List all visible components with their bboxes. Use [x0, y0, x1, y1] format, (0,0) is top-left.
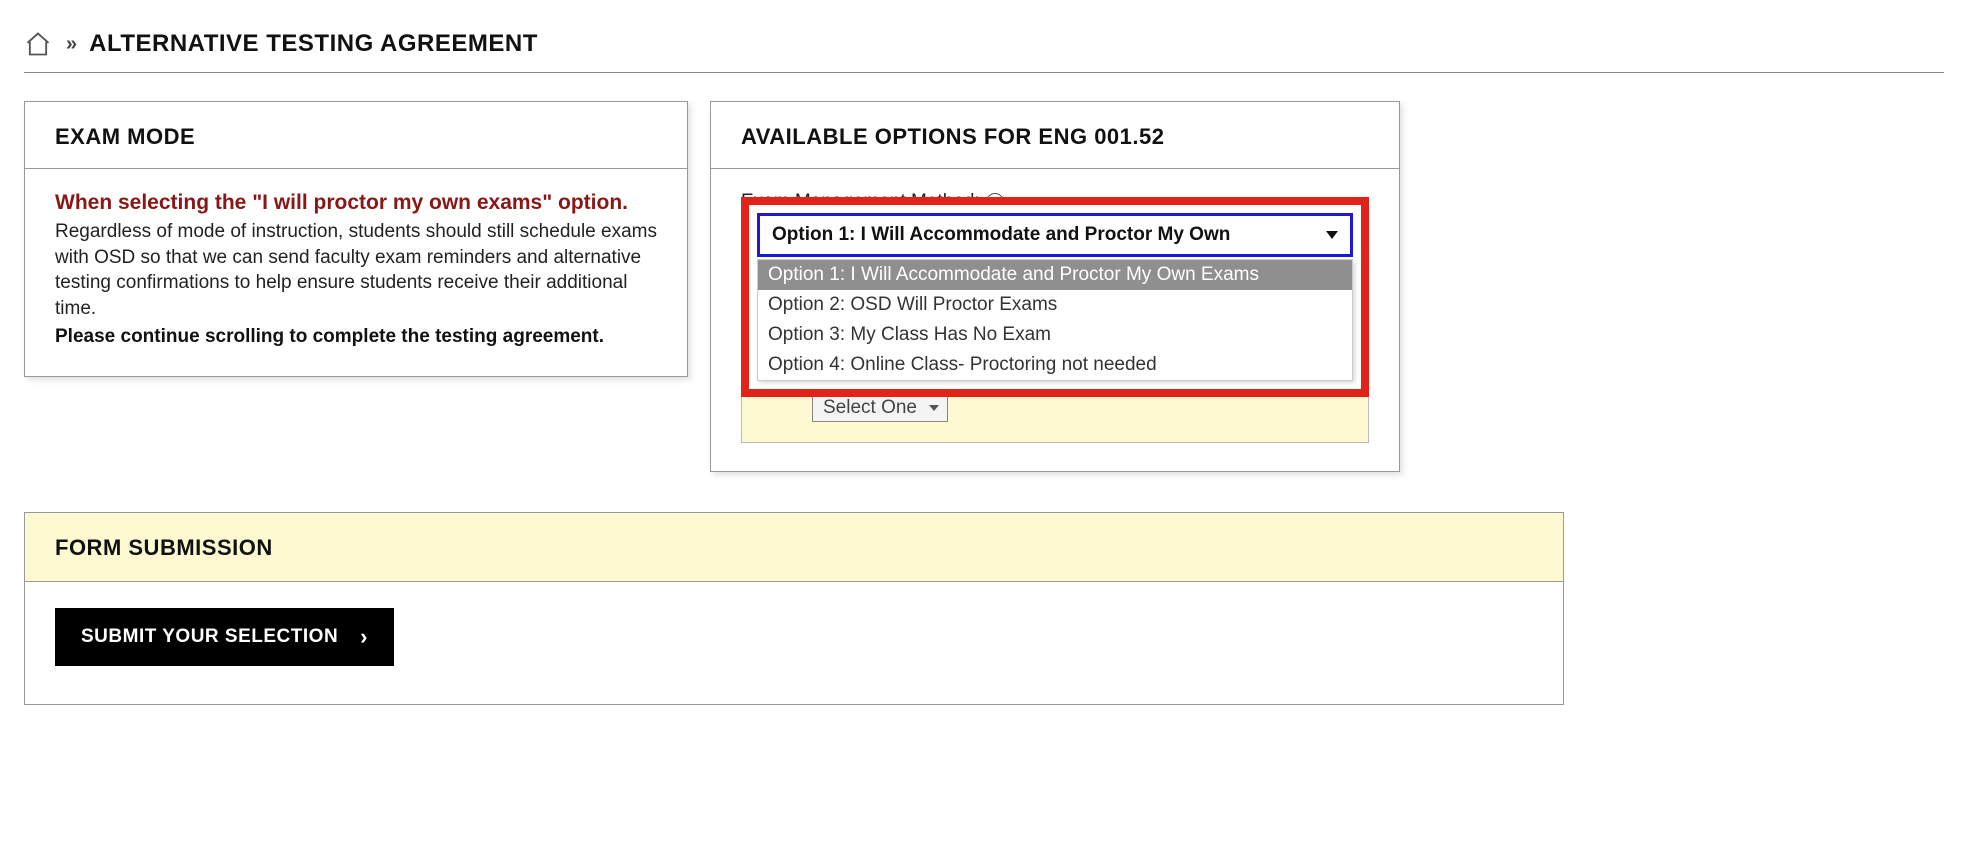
highlight-callout: Option 1: I Will Accommodate and Proctor… — [741, 197, 1369, 397]
exam-mode-header: EXAM MODE — [25, 102, 687, 169]
exam-management-option-2[interactable]: Option 2: OSD Will Proctor Exams — [758, 290, 1352, 320]
chevron-right-icon: › — [360, 624, 368, 650]
chevron-down-icon — [1326, 231, 1338, 239]
secondary-select[interactable]: Select One — [812, 394, 948, 422]
exam-management-option-4[interactable]: Option 4: Online Class- Proctoring not n… — [758, 350, 1352, 380]
page-title: ALTERNATIVE TESTING AGREEMENT — [89, 30, 538, 58]
submit-button-label: SUBMIT YOUR SELECTION — [81, 626, 338, 648]
exam-mode-paragraph: Regardless of mode of instruction, stude… — [55, 219, 657, 322]
exam-mode-subheading: When selecting the "I will proctor my ow… — [55, 191, 657, 215]
available-options-header: AVAILABLE OPTIONS FOR ENG 001.52 — [711, 102, 1399, 169]
chevron-double-right-icon: » — [66, 33, 75, 56]
exam-mode-bold-line: Please continue scrolling to complete th… — [55, 326, 657, 348]
exam-management-select[interactable]: Option 1: I Will Accommodate and Proctor… — [757, 213, 1353, 257]
available-options-card: AVAILABLE OPTIONS FOR ENG 001.52 Exam Ma… — [710, 101, 1400, 472]
exam-management-option-1[interactable]: Option 1: I Will Accommodate and Proctor… — [758, 260, 1352, 290]
submit-button[interactable]: SUBMIT YOUR SELECTION › — [55, 608, 394, 666]
home-icon[interactable] — [24, 30, 52, 58]
form-submission-heading: FORM SUBMISSION — [55, 535, 1533, 561]
available-options-heading: AVAILABLE OPTIONS FOR ENG 001.52 — [741, 124, 1369, 150]
exam-mode-card: EXAM MODE When selecting the "I will pro… — [24, 101, 688, 377]
exam-management-option-3[interactable]: Option 3: My Class Has No Exam — [758, 320, 1352, 350]
form-submission-header: FORM SUBMISSION — [25, 513, 1563, 582]
form-submission-card: FORM SUBMISSION SUBMIT YOUR SELECTION › — [24, 512, 1564, 705]
exam-management-selected-value: Option 1: I Will Accommodate and Proctor… — [772, 224, 1230, 246]
exam-mode-heading: EXAM MODE — [55, 124, 657, 150]
breadcrumb: » ALTERNATIVE TESTING AGREEMENT — [24, 20, 1944, 73]
exam-management-options-list: Option 1: I Will Accommodate and Proctor… — [757, 259, 1353, 381]
secondary-select-value: Select One — [823, 397, 917, 419]
